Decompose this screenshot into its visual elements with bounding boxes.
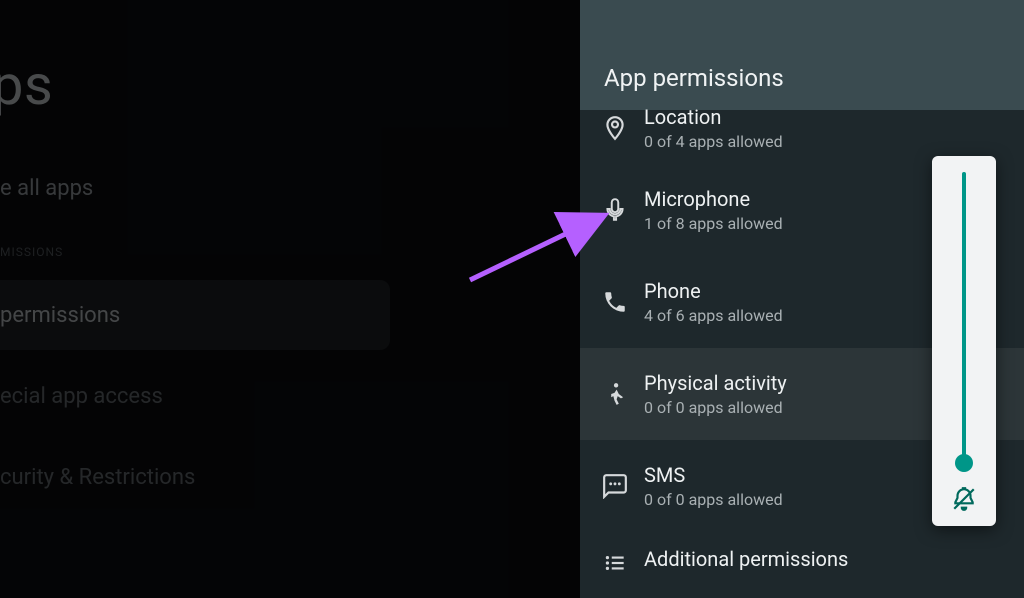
app-permissions-nav-item[interactable]: permissions [0, 280, 390, 350]
apps-settings-background: pps e all apps MISSIONS permissions ecia… [0, 0, 580, 598]
apps-heading: pps [0, 52, 53, 118]
permission-subtitle: 0 of 0 apps allowed [644, 490, 783, 509]
screen-root: pps e all apps MISSIONS permissions ecia… [0, 0, 1024, 598]
permission-subtitle: 1 of 8 apps allowed [644, 214, 783, 233]
volume-slider-thumb[interactable] [955, 454, 973, 472]
permission-title: SMS [644, 464, 783, 486]
bell-off-icon [951, 486, 977, 512]
app-permissions-label: permissions [0, 303, 120, 328]
running-icon [598, 377, 632, 411]
permission-row-location[interactable]: Location 0 of 4 apps allowed [580, 92, 1024, 164]
sms-icon [598, 469, 632, 503]
special-app-access-label: ecial app access [0, 384, 163, 409]
permissions-category-header: MISSIONS [0, 245, 63, 259]
volume-panel [932, 156, 996, 526]
see-all-apps-label: e all apps [0, 176, 93, 201]
microphone-icon [598, 193, 632, 227]
security-restrictions-label: curity & Restrictions [0, 465, 195, 490]
permission-title: Physical activity [644, 372, 787, 394]
permission-title: Location [644, 106, 783, 128]
permission-title: Additional permissions [644, 548, 848, 570]
permission-subtitle: 4 of 6 apps allowed [644, 306, 783, 325]
permission-title: Microphone [644, 188, 783, 210]
permission-title: Phone [644, 280, 783, 302]
drawer-title: App permissions [604, 64, 784, 92]
permission-subtitle: 0 of 0 apps allowed [644, 398, 787, 417]
permission-row-additional[interactable]: Additional permissions [580, 532, 1024, 590]
phone-icon [598, 285, 632, 319]
permission-subtitle: 0 of 4 apps allowed [644, 132, 783, 151]
location-pin-icon [598, 111, 632, 145]
ringer-mute-button[interactable] [949, 484, 979, 514]
more-list-icon [598, 546, 632, 580]
volume-slider[interactable] [962, 172, 966, 466]
